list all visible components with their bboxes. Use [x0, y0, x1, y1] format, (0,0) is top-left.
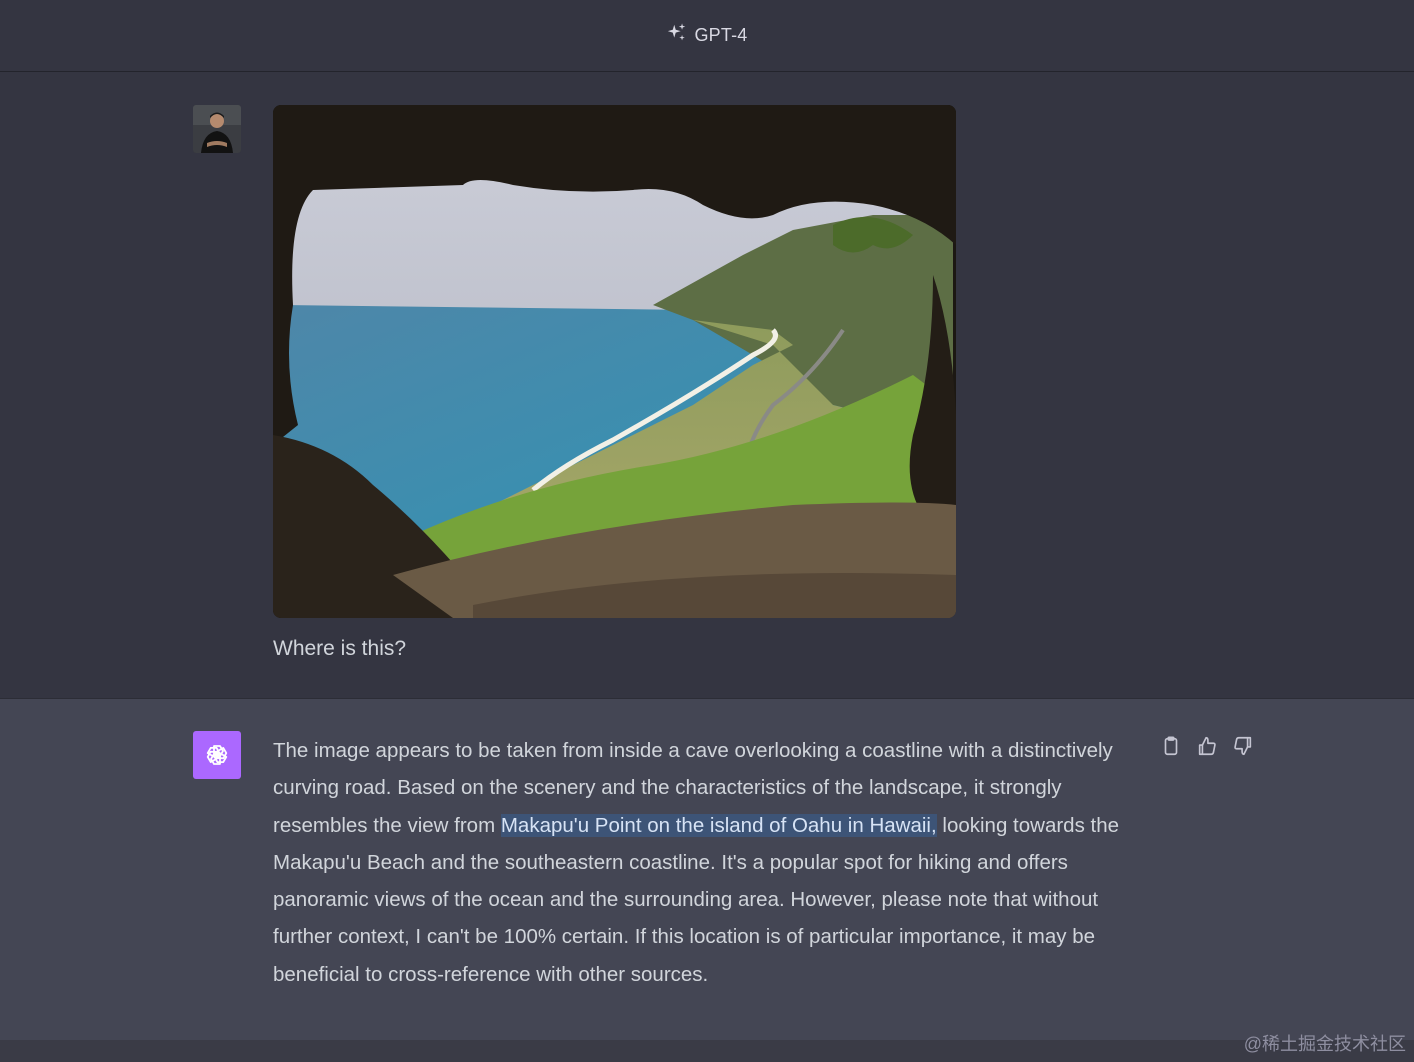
- message-actions: [1160, 735, 1254, 757]
- thumbs-down-icon[interactable]: [1232, 735, 1254, 757]
- bottom-strip: [0, 1040, 1414, 1062]
- answer-text-highlighted: Makapu'u Point on the island of Oahu in …: [500, 813, 937, 837]
- user-message-text: Where is this?: [273, 637, 407, 660]
- openai-logo-icon: [193, 731, 241, 779]
- thumbs-up-icon[interactable]: [1196, 735, 1218, 757]
- user-avatar: [193, 105, 241, 153]
- top-bar: GPT-4: [0, 0, 1414, 72]
- cave-coastline-photo[interactable]: [273, 105, 956, 618]
- sparkle-icon: [666, 22, 688, 49]
- assistant-message-text: The image appears to be taken from insid…: [273, 732, 1153, 993]
- clipboard-icon[interactable]: [1160, 735, 1182, 757]
- answer-text-after: looking towards the Makapu'u Beach and t…: [273, 813, 1120, 986]
- watermark: @稀土掘金技术社区: [1243, 1034, 1406, 1054]
- model-selector[interactable]: GPT-4: [666, 22, 747, 49]
- assistant-message: The image appears to be taken from insid…: [0, 698, 1414, 1040]
- user-message: Where is this?: [0, 72, 1414, 698]
- model-label: GPT-4: [694, 25, 748, 45]
